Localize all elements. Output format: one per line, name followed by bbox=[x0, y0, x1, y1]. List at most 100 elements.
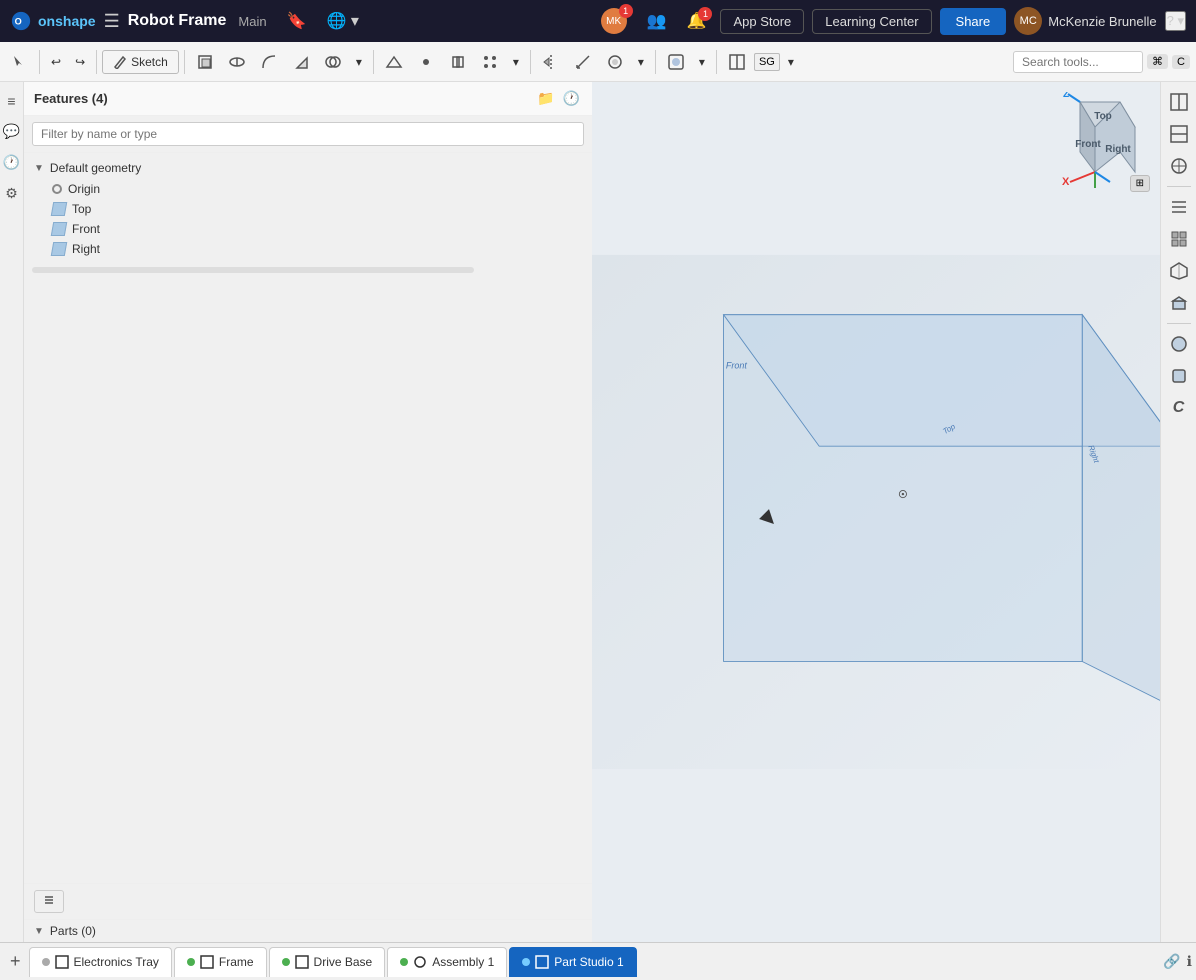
bookmark-btn[interactable]: 🔖 bbox=[281, 7, 313, 35]
rt-box-btn[interactable] bbox=[1165, 289, 1193, 317]
sep7 bbox=[716, 50, 717, 74]
chevron-down-icon: ▼ bbox=[34, 163, 44, 174]
undo-btn[interactable]: ↩ bbox=[45, 51, 67, 73]
history-btn[interactable]: 🕐 bbox=[561, 88, 582, 109]
measure-btn[interactable] bbox=[568, 49, 598, 75]
share-btn[interactable]: Share bbox=[940, 8, 1007, 35]
rt-toggle1-btn[interactable] bbox=[1165, 88, 1193, 116]
front-plane-item[interactable]: Front bbox=[24, 219, 592, 239]
filter-input[interactable] bbox=[32, 122, 584, 146]
more-tools-btn[interactable]: ▾ bbox=[350, 51, 368, 73]
add-tab-btn[interactable]: + bbox=[4, 949, 27, 974]
svg-text:O: O bbox=[15, 17, 22, 27]
rt-list-btn[interactable] bbox=[1165, 193, 1193, 221]
mirror-btn[interactable] bbox=[536, 49, 566, 75]
features-panel-icon[interactable]: ≡ bbox=[4, 90, 18, 112]
default-geometry-group[interactable]: ▼ Default geometry bbox=[24, 157, 592, 179]
horizontal-scrollbar[interactable] bbox=[32, 267, 474, 273]
collapse-panel-btn-area bbox=[24, 883, 592, 919]
sg-drop-btn[interactable]: ▾ bbox=[782, 51, 800, 73]
display-btn[interactable] bbox=[600, 49, 630, 75]
user-name: McKenzie Brunelle bbox=[1048, 14, 1156, 29]
tab-drive-base[interactable]: Drive Base bbox=[269, 947, 386, 977]
doc-branch: Main bbox=[238, 14, 266, 29]
add-feature-btn[interactable]: 📁 bbox=[535, 88, 556, 109]
chamfer-btn[interactable] bbox=[286, 49, 316, 75]
tab-electronics-tray[interactable]: Electronics Tray bbox=[29, 947, 172, 977]
rt-3d-btn[interactable] bbox=[1165, 257, 1193, 285]
menu-icon[interactable]: ☰ bbox=[104, 11, 120, 32]
app-store-btn[interactable]: App Store bbox=[720, 9, 804, 34]
onshape-logo[interactable]: O onshape bbox=[10, 10, 96, 32]
viewport[interactable]: Front Top Right Top Front R bbox=[592, 82, 1160, 942]
tab-status-frame bbox=[187, 958, 195, 966]
selection-tool-btn[interactable] bbox=[6, 50, 34, 74]
topbar: O onshape ☰ Robot Frame Main 🔖 🌐 ▾ MK 1 … bbox=[0, 0, 1196, 42]
avatar-collab-btn[interactable]: MK 1 bbox=[595, 4, 633, 38]
scrollbar-area bbox=[24, 263, 592, 277]
tab-status-electronics-tray bbox=[42, 958, 50, 966]
globe-btn[interactable]: 🌐 ▾ bbox=[321, 7, 365, 35]
plane-icon-top bbox=[51, 202, 67, 216]
collab-icon-btn[interactable]: 👥 bbox=[641, 7, 673, 35]
right-label: Right bbox=[72, 242, 100, 256]
render-drop-btn[interactable]: ▾ bbox=[693, 51, 711, 73]
mate-btn[interactable] bbox=[443, 49, 473, 75]
orientation-cube[interactable]: Top Front Right X Z ⊞ bbox=[1050, 92, 1150, 192]
collapse-panel-btn[interactable] bbox=[34, 890, 64, 913]
section-btn[interactable] bbox=[722, 49, 752, 75]
extrude-btn[interactable] bbox=[190, 49, 220, 75]
search-tools-input[interactable] bbox=[1013, 51, 1143, 73]
pattern-drop-btn[interactable]: ▾ bbox=[507, 51, 525, 73]
svg-text:Right: Right bbox=[1105, 144, 1131, 155]
plane-icon-right bbox=[51, 242, 67, 256]
point-btn[interactable] bbox=[411, 49, 441, 75]
rt-c-btn[interactable]: C bbox=[1165, 394, 1193, 422]
redo-btn[interactable]: ↪ bbox=[69, 51, 91, 73]
tab-part-studio1[interactable]: Part Studio 1 bbox=[509, 947, 636, 977]
history-panel-icon[interactable]: 🕐 bbox=[0, 151, 23, 174]
custom-panel-icon[interactable]: ⚙ bbox=[2, 182, 21, 205]
origin-item[interactable]: Origin bbox=[24, 179, 592, 199]
tab-status-assembly1 bbox=[400, 958, 408, 966]
revolve-btn[interactable] bbox=[222, 49, 252, 75]
comments-panel-icon[interactable]: 💬 bbox=[0, 120, 23, 143]
notification-btn[interactable]: 🔔 1 bbox=[681, 7, 713, 35]
notification-badge: 1 bbox=[698, 7, 712, 21]
display-drop-btn[interactable]: ▾ bbox=[632, 51, 650, 73]
rt-grid-btn[interactable] bbox=[1165, 225, 1193, 253]
svg-text:Front: Front bbox=[726, 361, 747, 371]
render-btn[interactable] bbox=[661, 49, 691, 75]
boolean-btn[interactable] bbox=[318, 49, 348, 75]
rt-toggle3-btn[interactable] bbox=[1165, 152, 1193, 180]
tab-frame[interactable]: Frame bbox=[174, 947, 267, 977]
help-btn[interactable]: ? ▾ bbox=[1165, 11, 1186, 31]
rt-toggle2-btn[interactable] bbox=[1165, 120, 1193, 148]
tab-assembly1[interactable]: Assembly 1 bbox=[387, 947, 507, 977]
sketch-btn[interactable]: Sketch bbox=[102, 50, 179, 74]
parts-header[interactable]: ▼ Parts (0) bbox=[24, 919, 592, 942]
plane-btn[interactable] bbox=[379, 49, 409, 75]
search-tools: ⌘ C bbox=[1013, 51, 1190, 73]
svg-text:X: X bbox=[1062, 176, 1070, 188]
tab-label-assembly1: Assembly 1 bbox=[432, 955, 494, 969]
pattern-btn[interactable] bbox=[475, 49, 505, 75]
rt-sep2 bbox=[1167, 323, 1191, 324]
br-link-icon[interactable]: 🔗 bbox=[1163, 953, 1180, 970]
chevron-right-icon: ▼ bbox=[34, 926, 44, 937]
features-header: Features (4) 📁 🕐 bbox=[24, 82, 592, 116]
user-section[interactable]: MC McKenzie Brunelle bbox=[1014, 7, 1156, 35]
top-plane-item[interactable]: Top bbox=[24, 199, 592, 219]
fillet-btn[interactable] bbox=[254, 49, 284, 75]
rt-sep1 bbox=[1167, 186, 1191, 187]
br-info-icon[interactable]: ℹ bbox=[1187, 953, 1192, 970]
rt-sphere-btn[interactable] bbox=[1165, 330, 1193, 358]
learning-center-btn[interactable]: Learning Center bbox=[812, 9, 931, 34]
svg-text:Z: Z bbox=[1063, 92, 1069, 100]
rt-obj-btn[interactable] bbox=[1165, 362, 1193, 390]
cube-mode-btn[interactable]: ⊞ bbox=[1130, 175, 1150, 192]
sep3 bbox=[184, 50, 185, 74]
sep2 bbox=[96, 50, 97, 74]
tab-status-part-studio1 bbox=[522, 958, 530, 966]
right-plane-item[interactable]: Right bbox=[24, 239, 592, 259]
